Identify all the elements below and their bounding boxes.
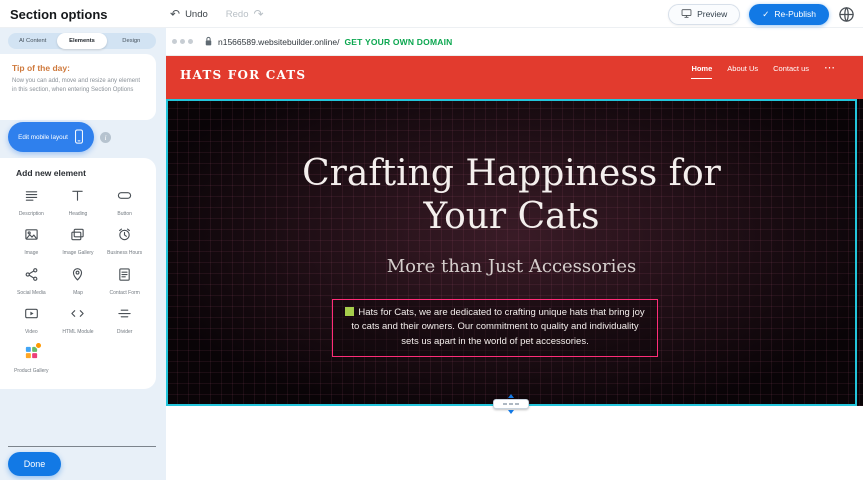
- section-resize-handle[interactable]: [491, 394, 531, 414]
- tip-body: Now you can add, move and resize any ele…: [12, 77, 144, 95]
- hero-paragraph-selected[interactable]: Hats for Cats, we are dedicated to craft…: [332, 299, 658, 357]
- window-dot-icon: [188, 39, 193, 44]
- app-root: Section options ↶ Undo Redo ↷ Preview ✓ …: [0, 0, 863, 480]
- nav-more-icon[interactable]: ⋯: [824, 64, 835, 72]
- edit-mobile-label: Edit mobile layout: [18, 134, 68, 141]
- tab-elements[interactable]: Elements: [57, 33, 106, 49]
- hero-subheading[interactable]: More than Just Accessories: [166, 256, 857, 277]
- add-element-title: Add new element: [16, 168, 156, 178]
- redo-icon[interactable]: ↷: [254, 8, 264, 20]
- element-heading[interactable]: Heading: [55, 183, 102, 221]
- preview-button-label: Preview: [697, 9, 727, 19]
- hero-heading[interactable]: Crafting Happiness for Your Cats: [272, 152, 752, 238]
- window-dot-icon: [180, 39, 185, 44]
- info-icon[interactable]: i: [100, 132, 111, 143]
- map-pin-icon: [70, 267, 85, 287]
- tip-title: Tip of the day:: [12, 63, 144, 73]
- button-icon: [117, 188, 132, 208]
- window-dot-icon: [172, 39, 177, 44]
- element-description[interactable]: Description: [8, 183, 55, 221]
- page-below-section: [166, 406, 863, 480]
- lock-icon: [204, 36, 213, 47]
- republish-button-label: Re-Publish: [774, 9, 816, 19]
- element-social-media[interactable]: Social Media: [8, 262, 55, 300]
- check-icon: ✓: [762, 9, 769, 20]
- nav-home[interactable]: Home: [691, 64, 712, 79]
- site-preview: n1566589.websitebuilder.online/ GET YOUR…: [166, 28, 863, 480]
- get-domain-link[interactable]: GET YOUR OWN DOMAIN: [344, 37, 452, 47]
- description-icon: [24, 188, 39, 208]
- video-icon: [24, 306, 39, 326]
- hero-paragraph-text: Hats for Cats, we are dedicated to craft…: [351, 307, 644, 347]
- undo-button[interactable]: Undo: [185, 9, 208, 20]
- element-contact-form[interactable]: Contact Form: [101, 262, 148, 300]
- phone-icon: [74, 129, 84, 146]
- republish-button[interactable]: ✓ Re-Publish: [749, 4, 829, 25]
- element-html-module[interactable]: HTML Module: [55, 301, 102, 339]
- element-drag-handle-icon[interactable]: [345, 307, 354, 316]
- edit-mobile-layout-button[interactable]: Edit mobile layout: [8, 122, 94, 152]
- image-icon: [24, 227, 39, 247]
- sidebar-tabs: AI Content Elements Design: [8, 33, 156, 49]
- business-hours-icon: [117, 227, 132, 247]
- element-business-hours[interactable]: Business Hours: [101, 222, 148, 260]
- monitor-icon: [681, 8, 692, 21]
- site-logo[interactable]: Hats for Cats: [180, 68, 306, 82]
- sidebar: AI Content Elements Design Tip of the da…: [0, 28, 166, 480]
- contact-form-icon: [117, 267, 132, 287]
- resize-arrow-up-icon: [508, 394, 514, 398]
- resize-arrow-down-icon: [508, 410, 514, 414]
- divider-icon: [117, 306, 132, 326]
- preview-button[interactable]: Preview: [668, 4, 740, 25]
- resize-grip[interactable]: [493, 399, 529, 409]
- element-button[interactable]: Button: [101, 183, 148, 221]
- language-globe-icon[interactable]: [838, 6, 855, 23]
- element-grid: Description Heading Button Image Image G…: [0, 183, 156, 378]
- tip-card: Tip of the day: Now you can add, move an…: [0, 54, 156, 120]
- heading-icon: [70, 188, 85, 208]
- tab-design[interactable]: Design: [107, 33, 156, 49]
- sidebar-divider: [8, 446, 156, 447]
- topbar-actions: Preview ✓ Re-Publish: [668, 0, 855, 28]
- redo-button[interactable]: Redo: [226, 9, 249, 20]
- element-product-gallery[interactable]: Product Gallery: [8, 340, 55, 378]
- social-media-icon: [24, 267, 39, 287]
- element-image-gallery[interactable]: Image Gallery: [55, 222, 102, 260]
- undo-icon[interactable]: ↶: [170, 8, 180, 20]
- element-divider[interactable]: Divider: [101, 301, 148, 339]
- site-url: n1566589.websitebuilder.online/: [218, 37, 339, 47]
- browser-bar: n1566589.websitebuilder.online/ GET YOUR…: [166, 28, 863, 56]
- image-gallery-icon: [70, 227, 85, 247]
- element-video[interactable]: Video: [8, 301, 55, 339]
- element-image[interactable]: Image: [8, 222, 55, 260]
- site-header: Hats for Cats Home About Us Contact us ⋯: [166, 56, 863, 99]
- hero-section[interactable]: Crafting Happiness for Your Cats More th…: [166, 99, 857, 406]
- add-element-panel: Add new element Description Heading Butt…: [0, 158, 156, 389]
- topbar: Section options ↶ Undo Redo ↷ Preview ✓ …: [0, 0, 863, 28]
- undo-redo-group: ↶ Undo Redo ↷: [170, 0, 264, 28]
- element-map[interactable]: Map: [55, 262, 102, 300]
- tab-ai-content[interactable]: AI Content: [8, 33, 57, 49]
- site-nav: Home About Us Contact us ⋯: [691, 64, 835, 79]
- code-icon: [70, 306, 85, 326]
- nav-contact-us[interactable]: Contact us: [773, 64, 809, 78]
- nav-about-us[interactable]: About Us: [727, 64, 758, 78]
- page-title: Section options: [10, 7, 108, 22]
- done-button[interactable]: Done: [8, 452, 61, 476]
- new-badge: [35, 342, 42, 349]
